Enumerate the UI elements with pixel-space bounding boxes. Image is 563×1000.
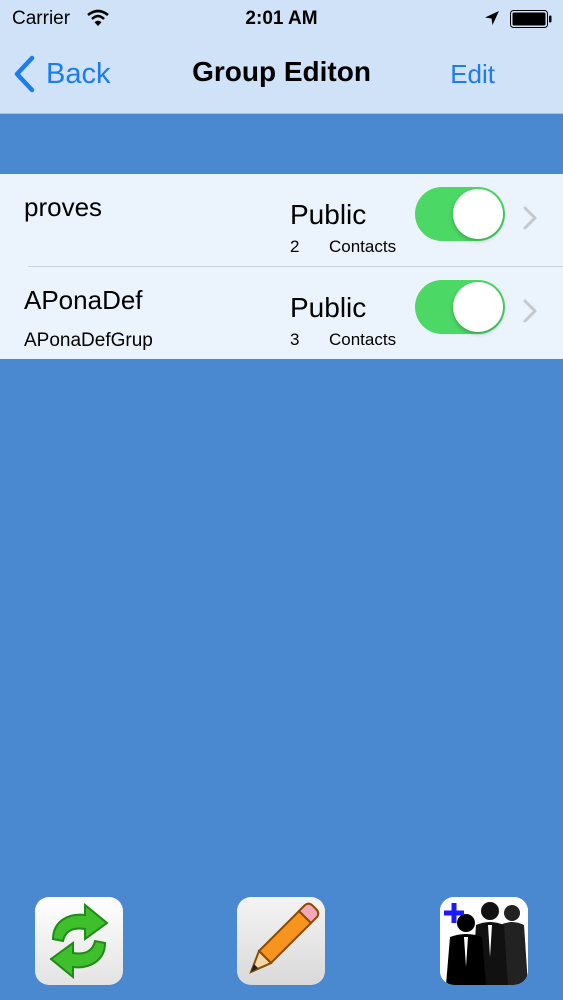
chevron-right-icon: [523, 299, 537, 323]
battery-icon: [510, 10, 552, 28]
visibility-label: Public: [290, 292, 367, 323]
contacts-label: Contacts: [329, 237, 397, 256]
group-row[interactable]: proves Public 2 Contacts: [0, 174, 563, 267]
group-row[interactable]: APonaDef APonaDefGrup Public 3 Contacts: [0, 267, 563, 359]
edit-button[interactable]: Edit: [450, 59, 495, 90]
location-arrow-icon: [485, 11, 499, 25]
back-button[interactable]: Back: [12, 54, 110, 94]
contact-count: 2: [290, 237, 300, 256]
group-subtitle: APonaDefGrup: [24, 330, 153, 351]
status-bar: Carrier 2:01 AM: [0, 0, 563, 38]
group-list: proves Public 2 Contacts APonaDef APonaD…: [0, 174, 563, 359]
chevron-left-icon: [14, 55, 35, 93]
status-time: 2:01 AM: [245, 8, 318, 29]
public-toggle[interactable]: [415, 187, 505, 241]
contacts-label: Contacts: [329, 330, 397, 349]
visibility-label: Public: [290, 199, 367, 230]
contact-count: 3: [290, 330, 300, 349]
edit-group-button[interactable]: [237, 897, 325, 985]
refresh-icon: [49, 902, 109, 980]
public-toggle[interactable]: [415, 280, 505, 334]
add-group-icon: [440, 897, 528, 985]
toggle-knob: [453, 189, 503, 239]
chevron-right-icon: [523, 206, 537, 230]
refresh-button[interactable]: [35, 897, 123, 985]
group-name: proves: [24, 192, 103, 222]
add-group-button[interactable]: [440, 897, 528, 985]
back-label: Back: [46, 57, 111, 90]
pencil-icon: [249, 902, 320, 974]
navigation-bar: Back Group Editon Edit: [0, 38, 563, 114]
toggle-knob: [453, 282, 503, 332]
group-name: APonaDef: [24, 285, 143, 315]
